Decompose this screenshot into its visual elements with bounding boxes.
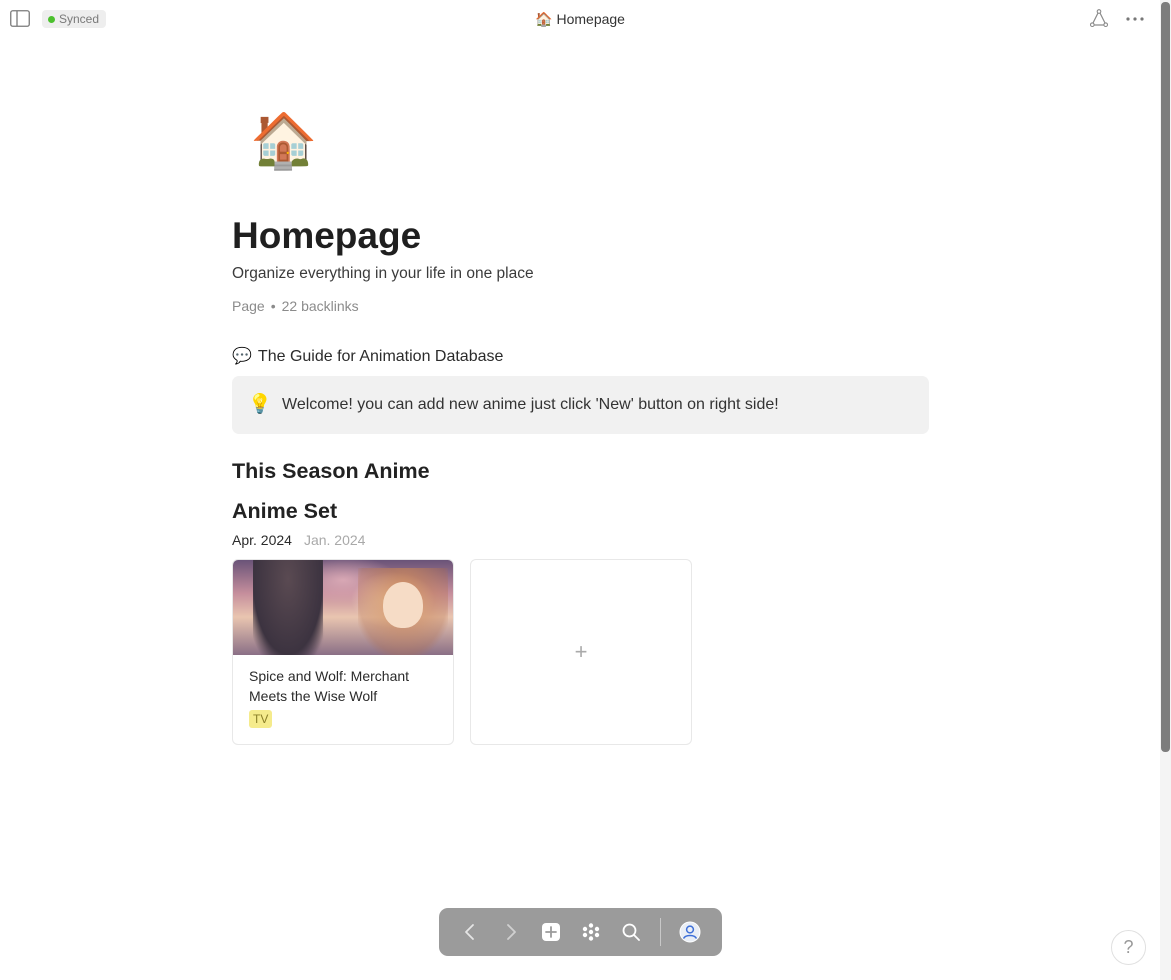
share-graph-icon[interactable] <box>1089 9 1109 28</box>
guide-link[interactable]: 💬 The Guide for Animation Database <box>232 345 503 368</box>
document-title[interactable]: 🏠 Homepage <box>0 9 1160 30</box>
speech-bubble-icon: 💬 <box>232 346 252 365</box>
guide-link-label: The Guide for Animation Database <box>257 348 504 365</box>
apps-dots-icon[interactable] <box>581 922 601 942</box>
meta-separator: • <box>270 298 276 314</box>
page-type-label: Page <box>232 298 265 314</box>
cover-figure-left <box>253 560 323 655</box>
cover-figure-face <box>383 582 423 628</box>
backlinks-link[interactable]: 22 backlinks <box>282 298 359 314</box>
more-horizontal-icon[interactable] <box>1124 9 1146 28</box>
anime-card-title: Spice and Wolf: Merchant Meets the Wise … <box>249 668 410 704</box>
page-description[interactable]: Organize everything in your life in one … <box>232 263 534 285</box>
anime-card[interactable]: Spice and Wolf: Merchant Meets the Wise … <box>232 559 454 745</box>
plus-icon: + <box>574 639 588 664</box>
anime-type-tag: TV <box>249 710 273 728</box>
help-button[interactable]: ? <box>1111 930 1146 965</box>
anime-set-heading[interactable]: Anime Set <box>232 497 337 525</box>
chevron-left-icon[interactable] <box>460 922 480 942</box>
add-card-button[interactable]: + <box>470 559 692 745</box>
top-bar: Synced 🏠 Homepage <box>0 0 1160 38</box>
chevron-right-icon[interactable] <box>501 922 521 942</box>
search-icon[interactable] <box>621 922 641 942</box>
bottom-toolbar <box>439 908 722 956</box>
tab-jan-2024[interactable]: Jan. 2024 <box>304 530 366 550</box>
plus-square-icon[interactable] <box>541 922 561 942</box>
tab-apr-2024[interactable]: Apr. 2024 <box>232 530 292 550</box>
document-title-label: Homepage <box>556 11 625 27</box>
welcome-callout: 💡 Welcome! you can add new anime just cl… <box>232 376 929 434</box>
page-house-icon[interactable]: 🏠 <box>250 108 317 174</box>
anime-cover-image <box>233 560 453 655</box>
house-icon: 🏠 <box>535 12 553 28</box>
callout-text[interactable]: Welcome! you can add new anime just clic… <box>282 394 779 416</box>
user-circle-icon[interactable] <box>679 921 701 943</box>
page-title[interactable]: Homepage <box>232 213 421 259</box>
page-meta: Page • 22 backlinks <box>232 296 359 316</box>
scrollbar-thumb[interactable] <box>1161 2 1170 752</box>
toolbar-divider <box>660 918 661 946</box>
lightbulb-icon: 💡 <box>248 393 272 415</box>
season-heading[interactable]: This Season Anime <box>232 457 430 485</box>
view-tabs: Apr. 2024 Jan. 2024 <box>232 530 365 550</box>
